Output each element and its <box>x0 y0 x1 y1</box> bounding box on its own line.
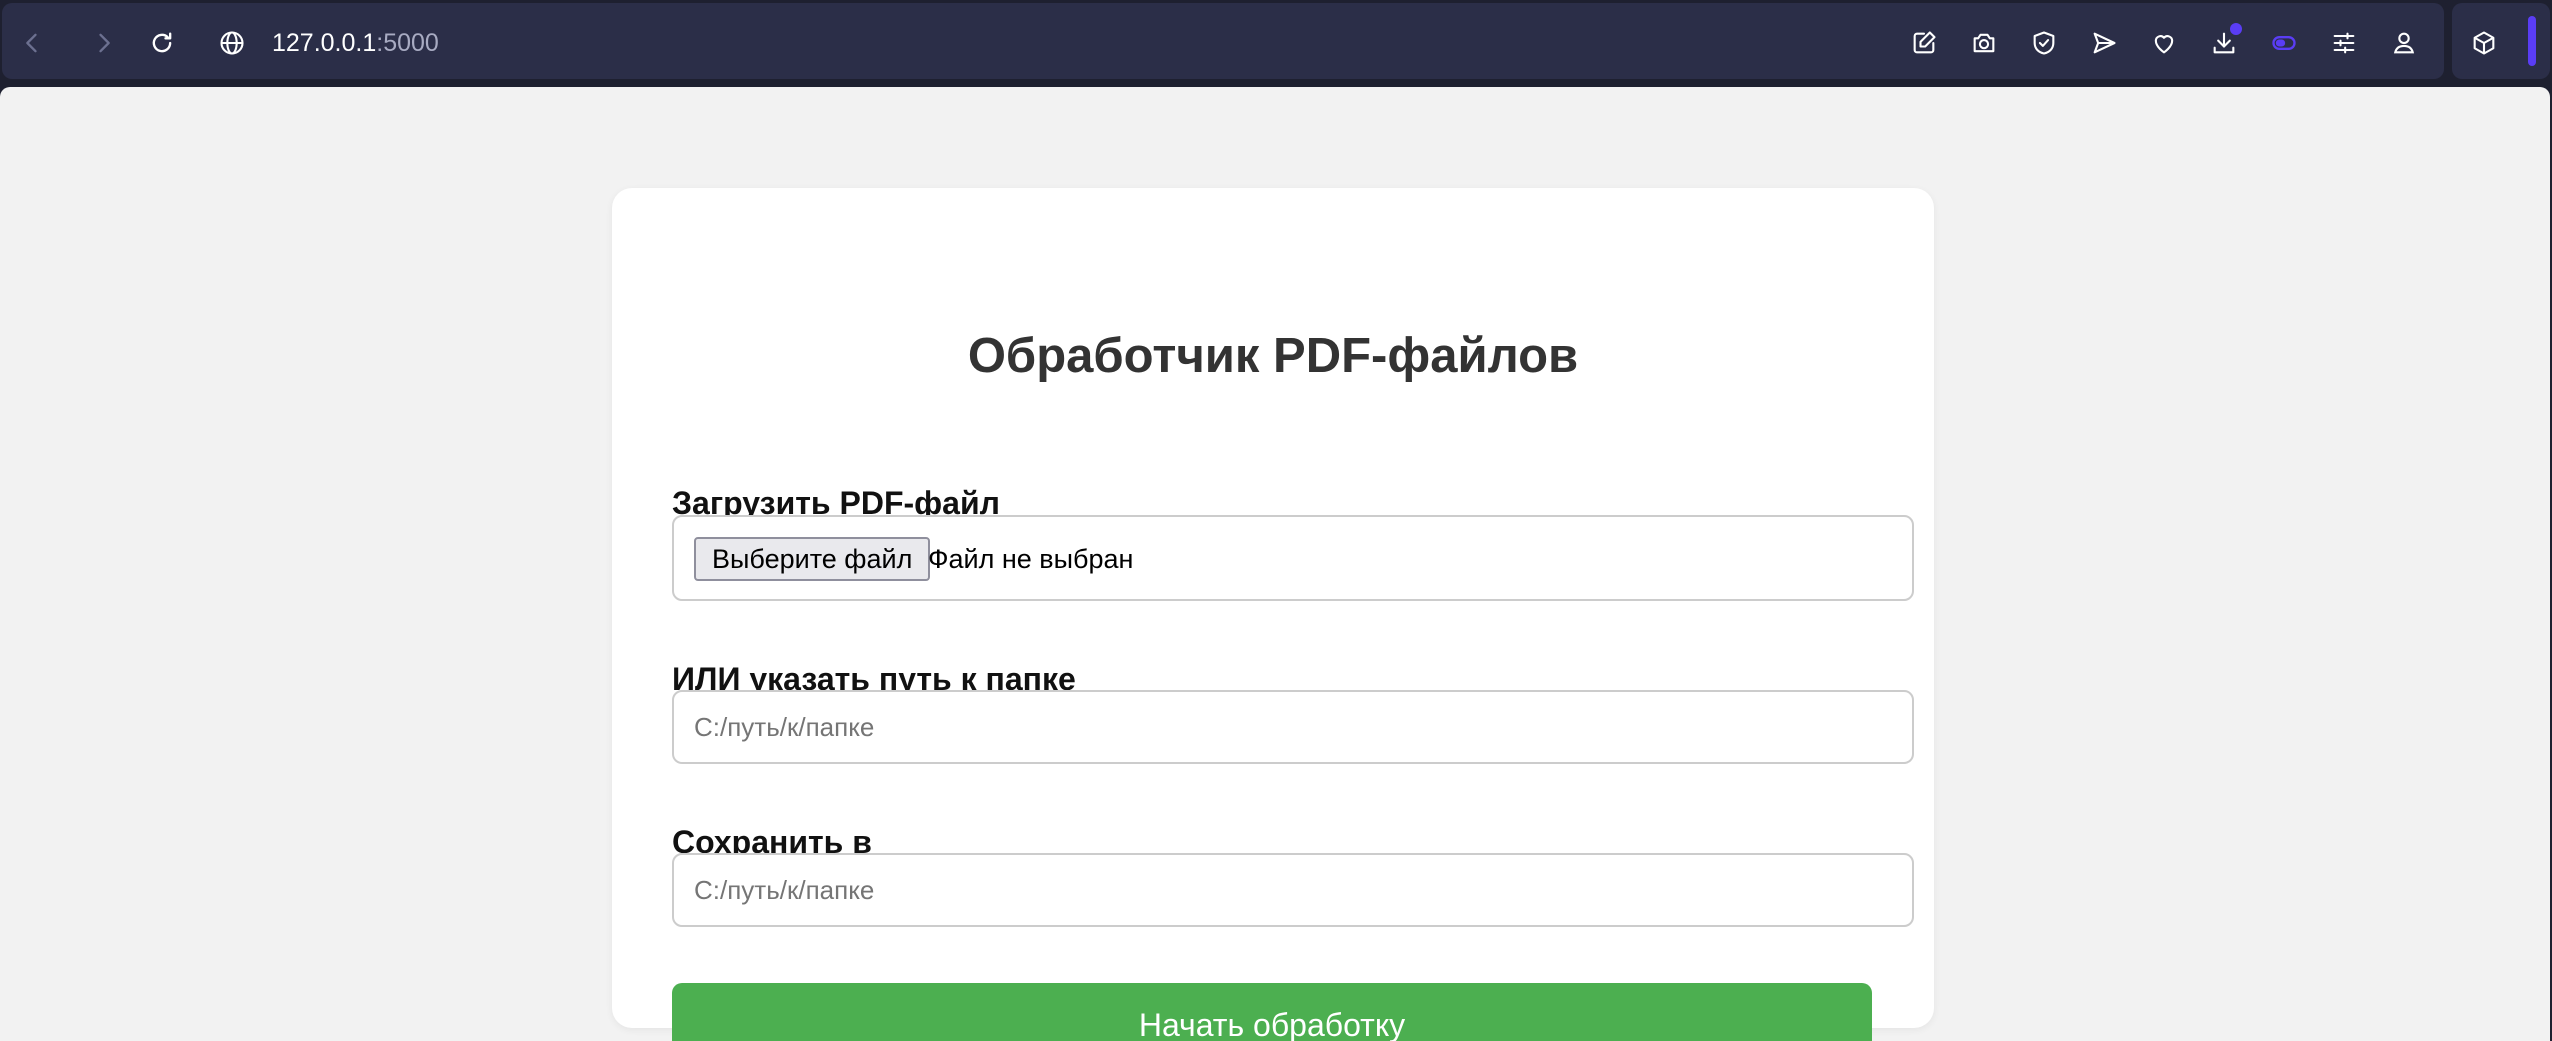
file-input[interactable]: Выберите файл Файл не выбран <box>672 515 1914 601</box>
choose-file-button[interactable]: Выберите файл <box>694 537 931 581</box>
send-icon <box>2093 32 2116 54</box>
send-button[interactable] <box>2082 21 2126 65</box>
reload-button[interactable] <box>140 21 184 65</box>
sidebar-toggle-accent[interactable] <box>2528 16 2536 66</box>
reload-icon <box>152 32 172 53</box>
settings-sliders-icon <box>2333 32 2355 54</box>
forward-icon <box>99 33 110 53</box>
back-button[interactable] <box>10 21 54 65</box>
camera-icon <box>1973 33 1995 53</box>
address-bar[interactable]: 127.0.0.1:5000 <box>272 25 439 61</box>
heart-icon <box>2154 35 2174 54</box>
browser-toolbar: 127.0.0.1:5000 <box>0 0 2552 84</box>
extensions-button[interactable] <box>2462 21 2506 65</box>
toggle-icon <box>2272 36 2296 50</box>
shield-button[interactable] <box>2022 21 2066 65</box>
customize-button[interactable] <box>2322 21 2366 65</box>
back-icon <box>26 33 37 53</box>
form-card: Обработчик PDF-файлов Загрузить PDF-файл… <box>612 188 1934 1041</box>
globe-icon <box>220 31 244 55</box>
start-processing-button[interactable]: Начать обработку <box>672 983 1872 1041</box>
folder-path-input[interactable] <box>672 690 1914 764</box>
profile-button[interactable] <box>2382 21 2426 65</box>
favorites-button[interactable] <box>2142 21 2186 65</box>
notes-button[interactable] <box>1902 21 1946 65</box>
page-title: Обработчик PDF-файлов <box>967 329 1579 383</box>
extensions-cube-icon <box>2473 31 2495 55</box>
file-status-text: Файл не выбран <box>928 544 1134 574</box>
download-indicator <box>2230 23 2242 35</box>
toggle-button[interactable] <box>2262 21 2306 65</box>
url-port: :5000 <box>376 29 439 57</box>
url-host: 127.0.0.1 <box>272 29 377 57</box>
screenshot-button[interactable] <box>1962 21 2006 65</box>
forward-button[interactable] <box>82 21 126 65</box>
edit-note-icon <box>1913 31 1936 54</box>
shield-check-icon <box>2033 31 2055 55</box>
site-info-button[interactable] <box>210 21 254 65</box>
downloads-button[interactable] <box>2202 21 2246 65</box>
page-viewport: Обработчик PDF-файлов Загрузить PDF-файл… <box>0 87 2550 1041</box>
navigation-bar: 127.0.0.1:5000 <box>2 3 2444 79</box>
save-path-input[interactable] <box>672 853 1914 927</box>
profile-icon <box>2393 32 2415 54</box>
